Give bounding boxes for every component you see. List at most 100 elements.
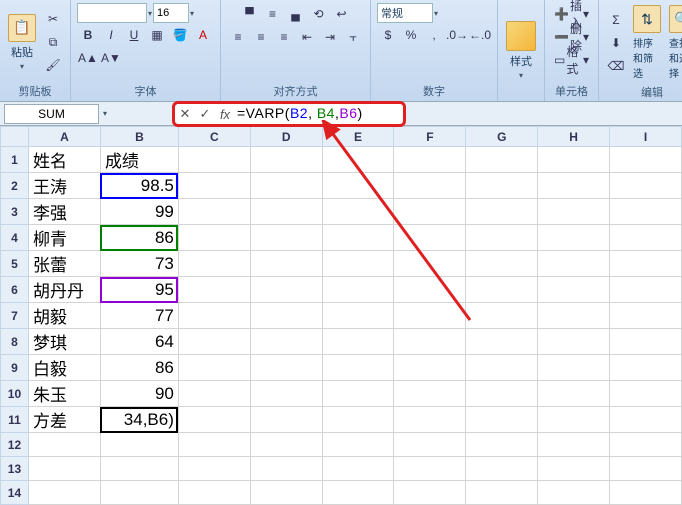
chevron-down-icon[interactable]: ▾: [148, 9, 152, 18]
cell-D3[interactable]: [250, 199, 322, 225]
cell-E2[interactable]: [322, 173, 394, 199]
chevron-down-icon[interactable]: ▾: [103, 109, 107, 118]
fill-color-button[interactable]: 🪣: [169, 24, 191, 46]
cell-A13[interactable]: [28, 457, 100, 481]
cell-H10[interactable]: [538, 381, 610, 407]
cell-D4[interactable]: [250, 225, 322, 251]
cell-H2[interactable]: [538, 173, 610, 199]
cell-H13[interactable]: [538, 457, 610, 481]
cell-D7[interactable]: [250, 303, 322, 329]
fx-icon[interactable]: fx: [215, 107, 235, 122]
cell-B7[interactable]: 77: [100, 303, 178, 329]
cell-A1[interactable]: 姓名: [28, 147, 100, 173]
cell-F3[interactable]: [394, 199, 466, 225]
increase-indent-button[interactable]: ⇥: [319, 26, 341, 48]
cell-G13[interactable]: [466, 457, 538, 481]
format-painter-button[interactable]: 🖌: [42, 54, 64, 76]
cell-A11[interactable]: 方差: [28, 407, 100, 433]
copy-button[interactable]: ⧉: [42, 31, 64, 53]
sort-filter-button[interactable]: ⇅ 排序和筛选: [631, 3, 663, 82]
cell-I8[interactable]: [610, 329, 682, 355]
cell-A14[interactable]: [28, 481, 100, 505]
cell-H8[interactable]: [538, 329, 610, 355]
col-header-A[interactable]: A: [28, 127, 100, 147]
col-header-G[interactable]: G: [466, 127, 538, 147]
cell-A12[interactable]: [28, 433, 100, 457]
font-color-button[interactable]: A: [192, 24, 214, 46]
cell-I5[interactable]: [610, 251, 682, 277]
cell-G11[interactable]: [466, 407, 538, 433]
chevron-down-icon[interactable]: ▾: [434, 9, 438, 18]
cell-C7[interactable]: [178, 303, 250, 329]
row-header-4[interactable]: 4: [1, 225, 29, 251]
percent-button[interactable]: %: [400, 24, 422, 46]
cell-B8[interactable]: 64: [100, 329, 178, 355]
row-header-13[interactable]: 13: [1, 457, 29, 481]
shrink-font-button[interactable]: A▼: [100, 47, 122, 69]
cell-C10[interactable]: [178, 381, 250, 407]
border-button[interactable]: ▦: [146, 24, 168, 46]
cell-E12[interactable]: [322, 433, 394, 457]
cell-F1[interactable]: [394, 147, 466, 173]
cell-C8[interactable]: [178, 329, 250, 355]
align-right-button[interactable]: ≡: [273, 26, 295, 48]
cell-G14[interactable]: [466, 481, 538, 505]
row-header-8[interactable]: 8: [1, 329, 29, 355]
cell-C6[interactable]: [178, 277, 250, 303]
cell-F4[interactable]: [394, 225, 466, 251]
font-name-input[interactable]: [77, 3, 147, 23]
cell-I3[interactable]: [610, 199, 682, 225]
row-header-10[interactable]: 10: [1, 381, 29, 407]
row-header-7[interactable]: 7: [1, 303, 29, 329]
cell-I7[interactable]: [610, 303, 682, 329]
col-header-E[interactable]: E: [322, 127, 394, 147]
cell-H4[interactable]: [538, 225, 610, 251]
cell-A8[interactable]: 梦琪: [28, 329, 100, 355]
cell-B6[interactable]: 95: [100, 277, 178, 303]
cell-I4[interactable]: [610, 225, 682, 251]
cell-C13[interactable]: [178, 457, 250, 481]
cell-D5[interactable]: [250, 251, 322, 277]
select-all-corner[interactable]: [1, 127, 29, 147]
cell-F6[interactable]: [394, 277, 466, 303]
align-center-button[interactable]: ≡: [250, 26, 272, 48]
cell-E3[interactable]: [322, 199, 394, 225]
cell-D10[interactable]: [250, 381, 322, 407]
row-header-14[interactable]: 14: [1, 481, 29, 505]
cell-F7[interactable]: [394, 303, 466, 329]
cell-B9[interactable]: 86: [100, 355, 178, 381]
cell-B1[interactable]: 成绩: [100, 147, 178, 173]
col-header-D[interactable]: D: [250, 127, 322, 147]
cell-G1[interactable]: [466, 147, 538, 173]
cell-G6[interactable]: [466, 277, 538, 303]
cancel-formula-button[interactable]: ✕: [175, 106, 195, 122]
cell-D8[interactable]: [250, 329, 322, 355]
cell-B12[interactable]: [100, 433, 178, 457]
cell-H9[interactable]: [538, 355, 610, 381]
col-header-C[interactable]: C: [178, 127, 250, 147]
cell-E6[interactable]: [322, 277, 394, 303]
cell-B14[interactable]: [100, 481, 178, 505]
cell-D9[interactable]: [250, 355, 322, 381]
cell-F14[interactable]: [394, 481, 466, 505]
paste-button[interactable]: 📋 粘贴 ▾: [6, 12, 38, 73]
wrap-text-button[interactable]: ↩: [331, 3, 353, 25]
cell-F8[interactable]: [394, 329, 466, 355]
cut-button[interactable]: ✂: [42, 8, 64, 30]
cell-C9[interactable]: [178, 355, 250, 381]
row-header-1[interactable]: 1: [1, 147, 29, 173]
name-box[interactable]: SUM: [4, 104, 99, 124]
fill-button[interactable]: ⬇: [605, 32, 627, 54]
align-middle-button[interactable]: ≡: [262, 3, 284, 25]
orientation-button[interactable]: ⟲: [308, 3, 330, 25]
cell-G5[interactable]: [466, 251, 538, 277]
cell-G4[interactable]: [466, 225, 538, 251]
comma-button[interactable]: ,: [423, 24, 445, 46]
italic-button[interactable]: I: [100, 24, 122, 46]
cell-I1[interactable]: [610, 147, 682, 173]
cell-D1[interactable]: [250, 147, 322, 173]
cell-D2[interactable]: [250, 173, 322, 199]
row-header-2[interactable]: 2: [1, 173, 29, 199]
cell-E10[interactable]: [322, 381, 394, 407]
align-left-button[interactable]: ≡: [227, 26, 249, 48]
